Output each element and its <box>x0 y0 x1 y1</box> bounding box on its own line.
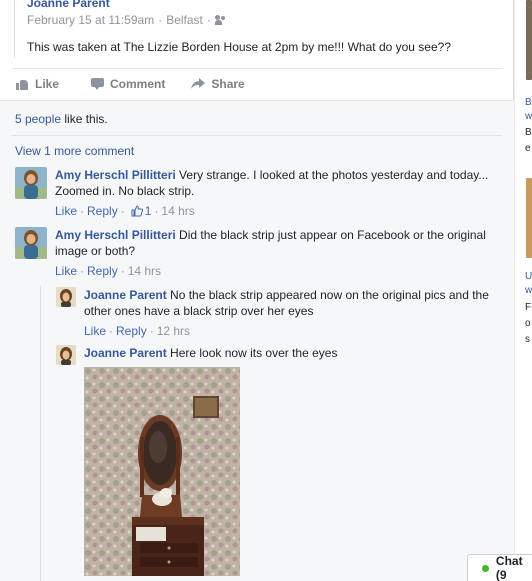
avatar[interactable] <box>15 227 47 259</box>
reply-thread-rule <box>40 286 41 581</box>
divider <box>12 68 502 69</box>
comment-text: Here look now its over the eyes <box>166 346 338 360</box>
right-column: B w B e U w F o s <box>515 0 532 581</box>
comment-reply-link[interactable]: Reply <box>87 263 118 279</box>
sidebar-thumbnail[interactable] <box>526 178 532 258</box>
post-meta: February 15 at 11:59am · Belfast · <box>27 13 227 27</box>
chat-tab[interactable]: Chat (9 <box>467 554 532 581</box>
comment-footer: Like · Reply · 12 hrs <box>84 323 191 339</box>
post-location[interactable]: Belfast <box>166 13 203 27</box>
comment-like-link[interactable]: Like <box>84 323 106 339</box>
shared-post-rule <box>14 0 15 58</box>
comment-author[interactable]: Joanne Parent <box>84 346 167 360</box>
sidebar-text[interactable]: w <box>525 285 532 296</box>
comment: Amy Herschl Pillitteri Did the black str… <box>15 227 495 279</box>
sidebar-text: e <box>525 143 531 154</box>
avatar[interactable] <box>56 287 76 307</box>
comment-timestamp[interactable]: 14 hrs <box>128 263 161 279</box>
sidebar-text: B <box>525 127 532 138</box>
like-label: Like <box>35 77 60 91</box>
post-author[interactable]: Joanne Parent <box>27 0 110 10</box>
online-status-icon <box>482 564 489 572</box>
sidebar-text: o <box>525 318 531 329</box>
comment-author[interactable]: Amy Herschl Pillitteri <box>55 228 176 242</box>
comments-section: 5 people like this. View 1 more comment … <box>0 100 514 581</box>
comment-body: Amy Herschl Pillitteri Very strange. I l… <box>55 167 495 219</box>
thumbs-up-icon <box>16 78 29 90</box>
friends-icon[interactable] <box>214 15 227 25</box>
view-more-comments-link[interactable]: View 1 more comment <box>15 144 134 158</box>
sidebar-text: F <box>525 302 532 313</box>
reply: Joanne Parent Here look now its over the… <box>56 345 496 365</box>
comment-reply-link[interactable]: Reply <box>116 323 147 339</box>
comment-footer: Like · Reply · 1 · 14 hrs <box>55 203 195 219</box>
comment: Amy Herschl Pillitteri Very strange. I l… <box>15 167 495 219</box>
sidebar-text: s <box>525 334 530 345</box>
comment-timestamp[interactable]: 12 hrs <box>157 323 190 339</box>
comment-like-link[interactable]: Like <box>55 203 77 219</box>
like-button[interactable]: Like <box>16 77 59 91</box>
comment-footer: Like · Reply · 14 hrs <box>55 263 162 279</box>
comment-author[interactable]: Joanne Parent <box>84 288 167 302</box>
likes-summary: 5 people like this. <box>15 112 108 126</box>
likes-people-link[interactable]: 5 people <box>15 112 61 126</box>
thumbs-up-icon <box>131 205 143 217</box>
avatar[interactable] <box>56 345 76 365</box>
comment-like-link[interactable]: Like <box>55 263 77 279</box>
comment-author[interactable]: Amy Herschl Pillitteri <box>55 168 176 182</box>
post-actions: Like Comment Share <box>12 70 269 98</box>
reply: Joanne Parent No the black strip appeare… <box>56 287 496 339</box>
comment-photo[interactable] <box>84 367 240 576</box>
share-button[interactable]: Share <box>191 77 245 91</box>
share-icon <box>191 78 206 90</box>
chat-label: Chat (9 <box>495 554 523 581</box>
comment-timestamp[interactable]: 14 hrs <box>161 203 194 219</box>
post-card: Joanne Parent February 15 at 11:59am · B… <box>0 0 514 581</box>
likes-suffix: like this. <box>61 112 108 126</box>
sidebar-text[interactable]: U <box>525 271 532 282</box>
sidebar-thumbnail[interactable] <box>526 0 532 80</box>
comment-body: Amy Herschl Pillitteri Did the black str… <box>55 227 495 279</box>
sidebar-text[interactable]: w <box>525 111 532 122</box>
sidebar-text[interactable]: B <box>525 97 532 108</box>
divider <box>12 135 502 136</box>
comment-icon <box>91 78 105 90</box>
comment-label: Comment <box>110 77 166 91</box>
comment-body: Joanne Parent No the black strip appeare… <box>84 287 496 339</box>
share-label: Share <box>211 77 245 91</box>
comment-button[interactable]: Comment <box>91 77 165 91</box>
comment-body: Joanne Parent Here look now its over the… <box>84 345 496 365</box>
post-text: This was taken at The Lizzie Borden Hous… <box>27 40 452 54</box>
comment-reply-link[interactable]: Reply <box>87 203 118 219</box>
comment-reaction-count[interactable]: 1 <box>145 203 152 219</box>
avatar[interactable] <box>15 167 47 199</box>
post-date[interactable]: February 15 at 11:59am <box>27 13 154 27</box>
